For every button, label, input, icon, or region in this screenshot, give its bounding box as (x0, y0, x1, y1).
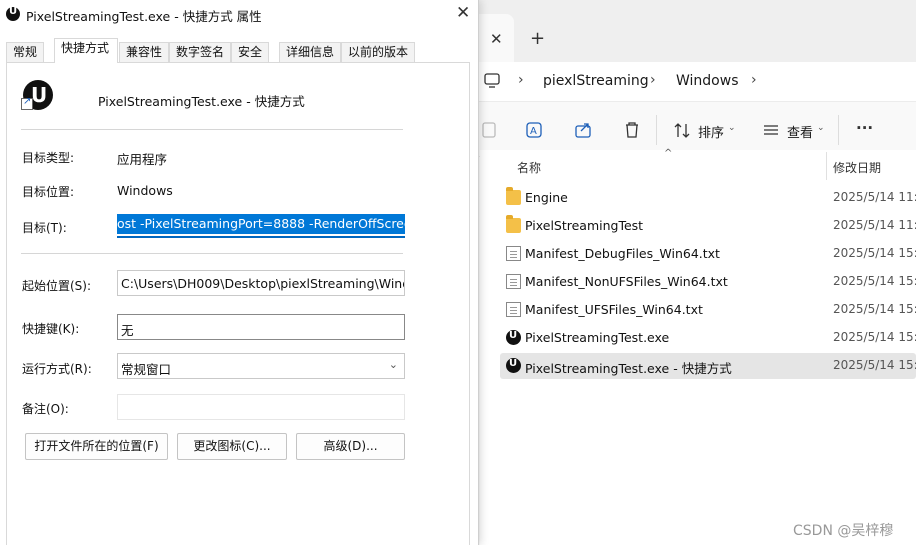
tab-security[interactable]: 安全 (231, 42, 270, 62)
hotkey-label: 快捷键(K): (22, 322, 80, 336)
run-select[interactable]: 常规窗口 ⌄ (117, 353, 405, 379)
sort-button[interactable]: 排序 (698, 122, 724, 141)
close-icon[interactable]: ✕ (456, 3, 470, 23)
text-file-icon (506, 246, 521, 261)
run-label: 运行方式(R): (22, 362, 92, 376)
toolbar-divider (838, 115, 839, 145)
folder-icon (506, 187, 521, 205)
list-item-selected[interactable]: PixelStreamingTest.exe - 快捷方式 2025/5/14 … (500, 353, 916, 379)
start-in-label: 起始位置(S): (22, 279, 92, 293)
toolbar-divider (656, 115, 657, 145)
advanced-button[interactable]: 高级(D)... (296, 433, 405, 460)
unreal-engine-icon (506, 330, 521, 345)
sort-ascending-icon: ^ (664, 148, 673, 159)
list-item[interactable]: Manifest_DebugFiles_Win64.txt 2025/5/14 … (500, 241, 916, 267)
chevron-right-icon[interactable]: › (751, 72, 757, 88)
close-tab-icon[interactable]: ✕ (490, 30, 503, 48)
divider (21, 129, 403, 130)
chevron-right-icon[interactable]: › (518, 72, 524, 88)
column-divider[interactable] (826, 152, 827, 180)
breadcrumb-item[interactable]: piexlStreaming (543, 73, 649, 89)
change-icon-button[interactable]: 更改图标(C)... (177, 433, 287, 460)
target-label: 目标(T): (22, 221, 67, 235)
folder-icon (506, 215, 521, 233)
app-icon (6, 6, 20, 21)
list-item[interactable]: PixelStreamingTest.exe 2025/5/14 15:1 (500, 325, 916, 351)
tab-previous-versions[interactable]: 以前的版本 (341, 42, 416, 62)
divider (21, 253, 403, 254)
explorer-toolbar: A 排序 ⌄ 查看 ⌄ ··· (470, 103, 916, 157)
target-type-label: 目标类型: (22, 151, 75, 165)
open-file-location-button[interactable]: 打开文件所在的位置(F) (25, 433, 168, 460)
column-header-date[interactable]: 修改日期 (833, 159, 881, 176)
properties-dialog: PixelStreamingTest.exe - 快捷方式 属性 ✕ 常规 快捷… (0, 0, 479, 545)
unreal-engine-shortcut-icon (506, 358, 521, 373)
tab-compatibility[interactable]: 兼容性 (119, 42, 170, 62)
rename-icon[interactable]: A (525, 120, 545, 140)
watermark: CSDN @吴梓穆 (793, 523, 894, 539)
list-item[interactable]: PixelStreamingTest 2025/5/14 11:0 (500, 213, 916, 239)
shortcut-panel (6, 62, 470, 545)
view-button[interactable]: 查看 (787, 122, 813, 141)
target-input-selection: ost -PixelStreamingPort=8888 -RenderOffS… (117, 214, 405, 234)
dialog-title: PixelStreamingTest.exe - 快捷方式 属性 (26, 9, 262, 24)
share-icon[interactable] (574, 120, 594, 140)
more-options-button[interactable]: ··· (856, 119, 873, 137)
tab-general[interactable]: 常规 (6, 42, 45, 62)
target-input[interactable]: ost -PixelStreamingPort=8888 -RenderOffS… (117, 212, 405, 238)
comment-input[interactable] (117, 394, 405, 420)
tab-digital-signatures[interactable]: 数字签名 (169, 42, 232, 62)
chevron-down-icon: ⌄ (817, 123, 825, 133)
computer-icon (484, 73, 500, 88)
comment-label: 备注(O): (22, 402, 69, 416)
view-icon[interactable] (762, 121, 782, 141)
list-item[interactable]: Engine 2025/5/14 11:0 (500, 185, 916, 211)
svg-text:A: A (530, 126, 537, 137)
tab-shortcut[interactable]: 快捷方式 (54, 38, 118, 63)
sort-icon[interactable] (673, 121, 693, 141)
new-tab-button[interactable]: + (530, 28, 545, 49)
column-header-name[interactable]: 名称 (517, 159, 541, 176)
tab-bar: 常规 快捷方式 兼容性 数字签名 安全 详细信息 以前的版本 (6, 38, 476, 63)
chevron-down-icon: ⌄ (388, 358, 398, 371)
shortcut-arrow-icon (21, 96, 33, 110)
paste-icon[interactable] (480, 120, 500, 140)
text-file-icon (506, 302, 521, 317)
chevron-right-icon[interactable]: › (650, 72, 656, 88)
chevron-down-icon: ⌄ (728, 123, 736, 133)
start-in-input[interactable]: C:\Users\DH009\Desktop\piexlStreaming\Wi… (117, 270, 405, 296)
target-location-label: 目标位置: (22, 185, 75, 199)
target-location-value: Windows (117, 183, 173, 198)
address-bar[interactable]: › piexlStreaming › Windows › (470, 62, 916, 102)
list-item[interactable]: Manifest_NonUFSFiles_Win64.txt 2025/5/14… (500, 269, 916, 295)
breadcrumb-item[interactable]: Windows (676, 73, 739, 89)
list-item[interactable]: Manifest_UFSFiles_Win64.txt 2025/5/14 15… (500, 297, 916, 323)
text-file-icon (506, 274, 521, 289)
target-type-value: 应用程序 (117, 152, 168, 167)
delete-icon[interactable] (622, 120, 642, 140)
hotkey-input[interactable]: 无 (117, 314, 405, 340)
tab-details[interactable]: 详细信息 (279, 42, 342, 62)
shortcut-name: PixelStreamingTest.exe - 快捷方式 (98, 94, 305, 109)
